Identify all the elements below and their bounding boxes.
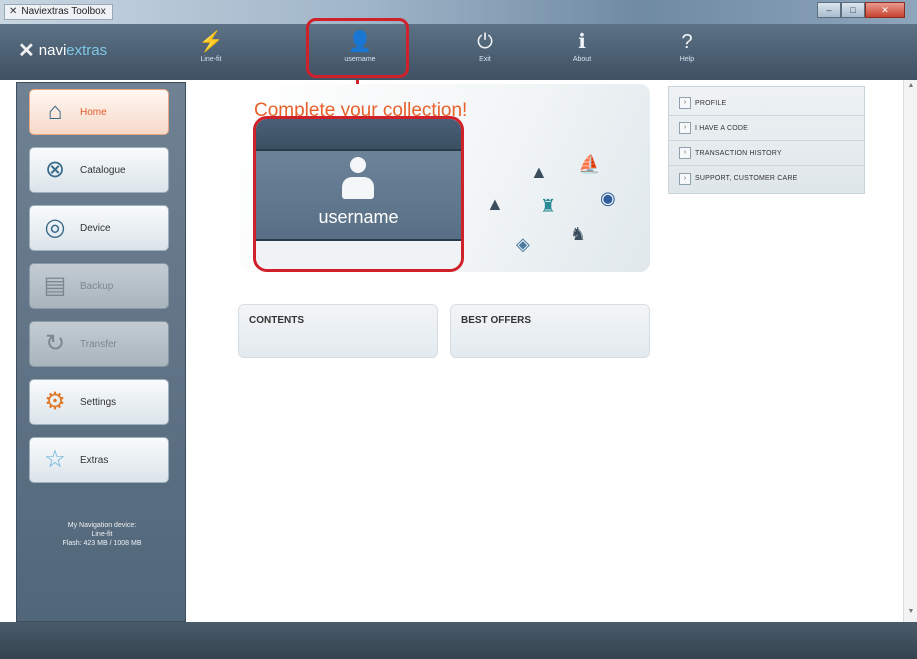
chevron-right-icon: › xyxy=(679,97,691,109)
home-icon: ⌂ xyxy=(47,98,63,125)
chevron-right-icon: › xyxy=(679,147,691,159)
zoom-username-button: username xyxy=(256,149,461,241)
sidebar-item-label: Settings xyxy=(80,396,117,408)
best-offers-panel-title: BEST OFFERS xyxy=(461,315,532,326)
pin-icon: ▲ xyxy=(486,194,504,214)
sidebar-item-extras[interactable]: ☆ Extras xyxy=(29,437,169,483)
backup-icon: ▤ xyxy=(43,272,67,299)
sidebar-item-settings[interactable]: ⚙ Settings xyxy=(29,379,169,425)
app-window: ✕ Naviextras Toolbox – □ ✕ ✕ navi extras … xyxy=(0,0,917,659)
window-title: ✕ Naviextras Toolbox xyxy=(4,4,113,20)
account-menu: › PROFILE › I HAVE A CODE › TRANSACTION … xyxy=(668,86,865,194)
zoom-bottom-strip xyxy=(256,241,461,269)
menu-item-label: I HAVE A CODE xyxy=(695,124,749,132)
help-button[interactable]: ? Help xyxy=(656,28,718,74)
sidebar-item-home[interactable]: ⌂ Home xyxy=(29,89,169,135)
logo-mark-icon: ✕ xyxy=(18,40,35,62)
chevron-right-icon: › xyxy=(679,122,691,134)
transfer-icon: ↻ xyxy=(44,330,66,357)
username-zoom-callout: username xyxy=(253,116,464,272)
sidebar-item-label: Home xyxy=(80,106,107,118)
menu-item-label: PROFILE xyxy=(695,99,727,107)
zoom-toolbar-strip xyxy=(256,119,461,149)
power-icon: ⏻ xyxy=(477,31,493,53)
naviextras-logo: ✕ navi extras xyxy=(18,38,107,63)
sidebar-item-device[interactable]: ◎ Device xyxy=(29,205,169,251)
zoom-username-label: username xyxy=(318,207,399,227)
main-toolbar: ✕ navi extras ⚡ Line-fit 👤 username ⏻ Exi… xyxy=(0,24,917,80)
question-icon: ? xyxy=(681,31,693,53)
pin-icon: ⛵ xyxy=(578,154,601,174)
menu-item-label: SUPPORT, CUSTOMER CARE xyxy=(695,175,798,182)
catalogue-icon: ⊗ xyxy=(44,156,66,183)
pin-icon: ◈ xyxy=(516,234,530,254)
star-icon: ☆ xyxy=(44,446,66,473)
scroll-down-icon[interactable]: ▼ xyxy=(906,608,916,618)
menu-item-transaction-history[interactable]: › TRANSACTION HISTORY xyxy=(669,141,864,166)
plug-icon: ⚡ xyxy=(198,31,224,53)
sidebar-item-transfer[interactable]: ↻ Transfer xyxy=(29,321,169,367)
line-fit-button[interactable]: ⚡ Line-fit xyxy=(180,28,242,74)
about-label: About xyxy=(572,56,592,63)
sidebar-item-label: Device xyxy=(80,222,111,234)
status-bar xyxy=(0,622,917,659)
device-info: My Navigation device: Line-fit Flash: 42… xyxy=(17,521,187,548)
sidebar-item-catalogue[interactable]: ⊗ Catalogue xyxy=(29,147,169,193)
pin-icon: ▲ xyxy=(530,162,548,182)
exit-button[interactable]: ⏻ Exit xyxy=(454,28,516,74)
sidebar-item-label: Transfer xyxy=(80,338,117,350)
sidebar-item-label: Extras xyxy=(80,454,109,466)
device-info-heading: My Navigation device: xyxy=(67,522,137,529)
device-icon: ◎ xyxy=(44,214,66,241)
maximize-button[interactable]: □ xyxy=(841,2,865,18)
gears-icon: ⚙ xyxy=(44,388,66,415)
scroll-up-icon[interactable]: ▲ xyxy=(906,82,916,92)
menu-item-have-a-code[interactable]: › I HAVE A CODE xyxy=(669,116,864,141)
menu-item-support[interactable]: › SUPPORT, CUSTOMER CARE xyxy=(669,166,864,191)
sidebar-item-label: Backup xyxy=(80,280,114,292)
about-button[interactable]: ℹ About xyxy=(551,28,613,74)
pin-icon: ♜ xyxy=(540,196,557,216)
sidebar: ⌂ Home ⊗ Catalogue ◎ Device ▤ Backup ↻ T… xyxy=(16,82,186,622)
menu-item-label: TRANSACTION HISTORY xyxy=(695,149,782,157)
best-offers-panel[interactable]: BEST OFFERS xyxy=(450,304,650,358)
help-label: Help xyxy=(679,56,695,63)
chevron-right-icon: › xyxy=(679,172,691,185)
app-logo-icon: ✕ xyxy=(9,6,18,17)
window-controls: – □ ✕ xyxy=(817,2,905,18)
window-title-text: Naviextras Toolbox xyxy=(21,6,106,17)
sidebar-item-label: Catalogue xyxy=(80,164,126,176)
pin-icon: ◉ xyxy=(600,188,616,208)
logo-text-navi: navi xyxy=(38,42,67,59)
menu-item-profile[interactable]: › PROFILE xyxy=(669,91,864,116)
device-info-name: Line-fit xyxy=(91,531,113,538)
username-highlight-ring xyxy=(306,18,409,78)
pin-icon: ♞ xyxy=(570,224,587,244)
minimize-button[interactable]: – xyxy=(817,2,841,18)
contents-panel-title: CONTENTS xyxy=(249,315,304,326)
line-fit-label: Line-fit xyxy=(200,56,222,63)
logo-text-extras: extras xyxy=(66,42,108,59)
sidebar-item-backup[interactable]: ▤ Backup xyxy=(29,263,169,309)
exit-label: Exit xyxy=(479,56,491,63)
user-icon xyxy=(340,157,376,203)
title-bar: ✕ Naviextras Toolbox – □ ✕ xyxy=(0,0,917,24)
contents-panel[interactable]: CONTENTS xyxy=(238,304,438,358)
vertical-scrollbar[interactable]: ▲ ▼ xyxy=(903,80,917,622)
device-info-flash: Flash: 423 MB / 1008 MB xyxy=(62,540,142,547)
close-button[interactable]: ✕ xyxy=(865,2,905,18)
info-icon: ℹ xyxy=(578,31,586,53)
